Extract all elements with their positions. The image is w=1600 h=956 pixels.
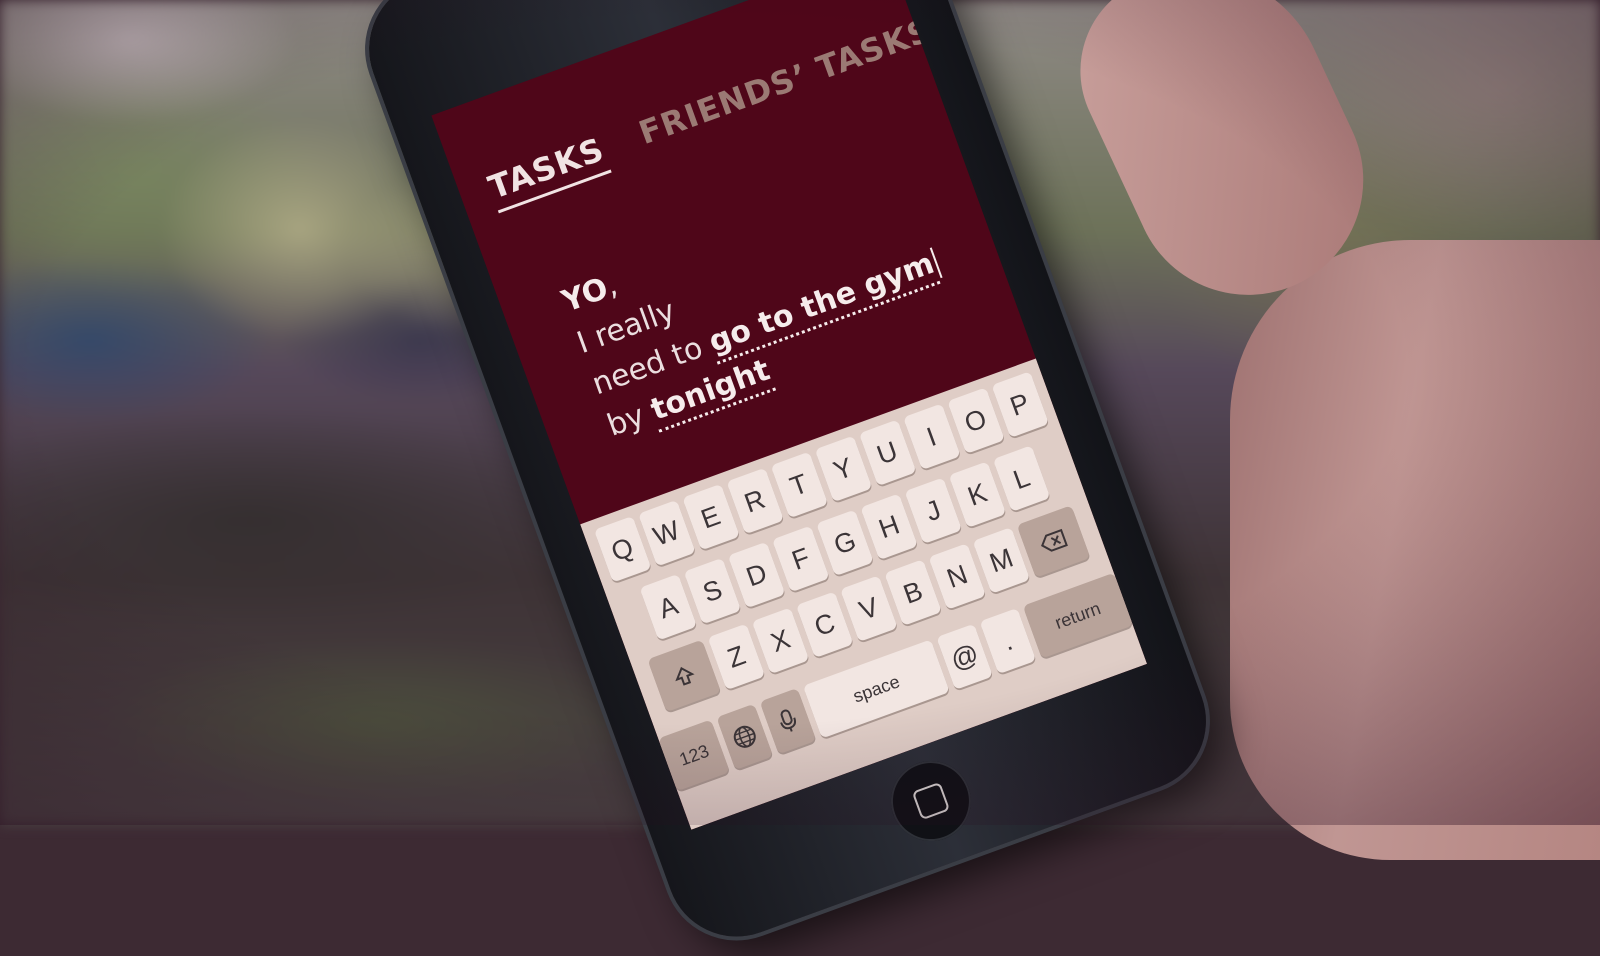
task-message[interactable]: YO, I really need to go to the gym by to… (556, 158, 959, 448)
line3-prefix: by (602, 398, 650, 444)
return-key[interactable]: return (1022, 572, 1134, 659)
globe-icon (734, 725, 757, 748)
home-button[interactable] (879, 749, 983, 853)
tab-friends-tasks[interactable]: FRIENDS’ TASKS (634, 11, 937, 152)
phone-container: TASKS FRIENDS’ TASKS YO, I really need t… (0, 0, 1600, 956)
numbers-key[interactable]: 123 (658, 719, 731, 792)
backspace-icon (1041, 528, 1068, 552)
backspace-key[interactable] (1016, 505, 1091, 578)
microphone-icon (780, 709, 797, 732)
home-square-icon (911, 781, 951, 821)
shift-arrow-icon (675, 666, 695, 686)
smartphone: TASKS FRIENDS’ TASKS YO, I really need t… (349, 0, 1226, 956)
phone-screen: TASKS FRIENDS’ TASKS YO, I really need t… (431, 0, 1148, 830)
shift-key[interactable] (647, 639, 722, 713)
tab-tasks[interactable]: TASKS (483, 130, 612, 214)
